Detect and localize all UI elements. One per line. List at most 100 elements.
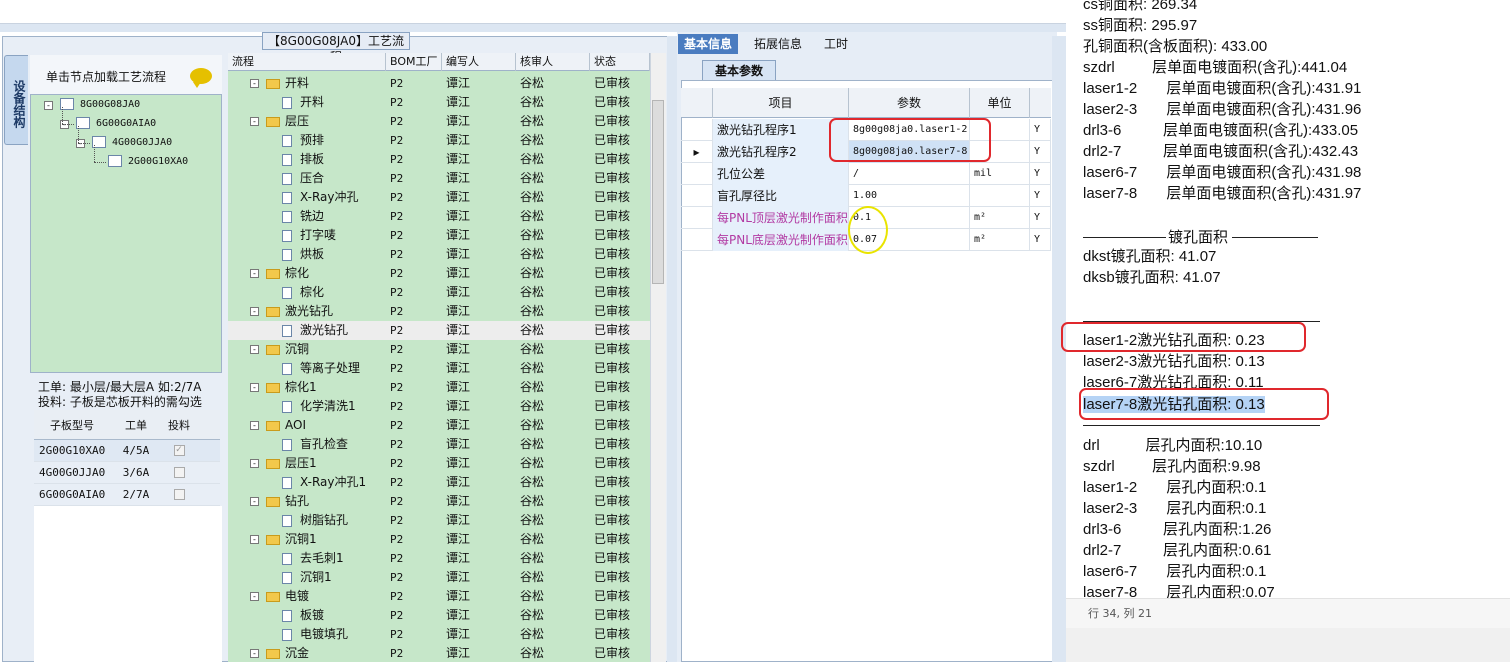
- reviewer: 谷松: [520, 437, 545, 451]
- flow-row[interactable]: 开料 - P2 谭江 谷松 已审核: [228, 74, 650, 93]
- flow-row[interactable]: 沉铜 - P2 谭江 谷松 已审核: [228, 340, 650, 359]
- column-header[interactable]: 工单: [110, 410, 162, 439]
- tree-expand-toggle[interactable]: -: [250, 117, 259, 126]
- folder-icon: [266, 116, 280, 127]
- reviewer: 谷松: [520, 361, 545, 375]
- flow-step-name: 压合: [282, 169, 324, 188]
- reviewer: 谷松: [520, 285, 545, 299]
- feeding-checkbox[interactable]: ✓: [173, 445, 185, 456]
- flow-row[interactable]: X-Ray冲孔1 P2 谭江 谷松 已审核: [228, 473, 650, 492]
- editor-line: cs铜面积: 269.34: [1083, 0, 1198, 13]
- info-tab[interactable]: 拓展信息: [748, 34, 808, 54]
- flow-row[interactable]: X-Ray冲孔 P2 谭江 谷松 已审核: [228, 188, 650, 207]
- param-column-header[interactable]: 单位: [970, 88, 1030, 118]
- table-row[interactable]: 6G00G0AIA0 2/7A: [34, 484, 220, 506]
- chat-bubble-icon[interactable]: [190, 68, 212, 88]
- flow-row[interactable]: 开料 P2 谭江 谷松 已审核: [228, 93, 650, 112]
- editor-line: laser6-7 层孔内面积:0.1: [1083, 563, 1267, 580]
- flow-row[interactable]: 电镀 - P2 谭江 谷松 已审核: [228, 587, 650, 606]
- reviewer: 谷松: [520, 76, 545, 90]
- flow-row[interactable]: 电镀填孔 P2 谭江 谷松 已审核: [228, 625, 650, 644]
- bom-factory: P2: [390, 343, 404, 356]
- tree-expand-toggle[interactable]: -: [250, 649, 259, 658]
- param-column-header[interactable]: 项目: [713, 88, 849, 118]
- info-tab[interactable]: 基本信息: [678, 34, 739, 54]
- flow-row[interactable]: 排板 P2 谭江 谷松 已审核: [228, 150, 650, 169]
- tree-expand-toggle[interactable]: -: [44, 101, 53, 110]
- flow-row[interactable]: 烘板 P2 谭江 谷松 已审核: [228, 245, 650, 264]
- tree-expand-toggle[interactable]: -: [250, 383, 259, 392]
- flow-row[interactable]: 沉铜1 P2 谭江 谷松 已审核: [228, 568, 650, 587]
- param-value[interactable]: /: [849, 163, 970, 185]
- tree-node[interactable]: 2G00G10XA0: [108, 154, 188, 170]
- tree-expand-toggle[interactable]: -: [250, 592, 259, 601]
- row-indicator: [681, 229, 713, 251]
- flow-row[interactable]: 激光钻孔 P2 谭江 谷松 已审核: [228, 321, 650, 340]
- flow-column-header[interactable]: BOM工厂: [386, 53, 442, 71]
- flow-column-header[interactable]: 编写人: [442, 53, 516, 71]
- flow-column-header[interactable]: 状态: [590, 53, 650, 71]
- flow-row[interactable]: 盲孔检查 P2 谭江 谷松 已审核: [228, 435, 650, 454]
- tab-basic-params[interactable]: 基本参数: [702, 60, 776, 80]
- splitter-left[interactable]: [667, 36, 677, 662]
- tree-node[interactable]: 4G00G0JJA0: [92, 135, 172, 151]
- table-row[interactable]: 2G00G10XA0 4/5A ✓: [34, 440, 220, 462]
- row-indicator: [681, 207, 713, 229]
- device-structure-tab[interactable]: 设备结构: [4, 55, 28, 145]
- tree-expand-toggle[interactable]: -: [250, 269, 259, 278]
- flow-row[interactable]: 等离子处理 P2 谭江 谷松 已审核: [228, 359, 650, 378]
- flow-row[interactable]: 板镀 P2 谭江 谷松 已审核: [228, 606, 650, 625]
- flow-row[interactable]: 棕化1 - P2 谭江 谷松 已审核: [228, 378, 650, 397]
- flow-row[interactable]: 棕化 P2 谭江 谷松 已审核: [228, 283, 650, 302]
- flow-row[interactable]: 去毛刺1 P2 谭江 谷松 已审核: [228, 549, 650, 568]
- flow-row[interactable]: 树脂钻孔 P2 谭江 谷松 已审核: [228, 511, 650, 530]
- flow-row[interactable]: AOI - P2 谭江 谷松 已审核: [228, 416, 650, 435]
- column-header[interactable]: 投料: [162, 410, 196, 439]
- feeding-checkbox[interactable]: [173, 489, 185, 500]
- status: 已审核: [594, 475, 631, 489]
- bom-factory: P2: [390, 381, 404, 394]
- param-column-header[interactable]: 参数: [849, 88, 970, 118]
- param-value[interactable]: 1.00: [849, 185, 970, 207]
- table-row[interactable]: 4G00G0JJA0 3/6A: [34, 462, 220, 484]
- param-row[interactable]: 孔位公差 / mil Y: [681, 163, 1051, 185]
- flow-row[interactable]: 层压1 - P2 谭江 谷松 已审核: [228, 454, 650, 473]
- flow-step-name: 沉铜1: [266, 530, 317, 549]
- tree-expand-toggle[interactable]: -: [250, 307, 259, 316]
- tree-expand-toggle[interactable]: -: [250, 421, 259, 430]
- flow-row[interactable]: 层压 - P2 谭江 谷松 已审核: [228, 112, 650, 131]
- flow-row[interactable]: 化学清洗1 P2 谭江 谷松 已审核: [228, 397, 650, 416]
- tree-expand-toggle[interactable]: -: [250, 497, 259, 506]
- flow-scroll-thumb[interactable]: [652, 100, 664, 284]
- feeding-checkbox-cell[interactable]: [162, 462, 196, 483]
- document-icon: [282, 210, 292, 223]
- tree-expand-toggle[interactable]: -: [250, 535, 259, 544]
- tree-node[interactable]: 6G00G0AIA0: [76, 116, 156, 132]
- flow-column-header[interactable]: 核审人: [516, 53, 590, 71]
- flow-column-header[interactable]: 流程: [228, 53, 386, 71]
- flow-row[interactable]: 沉铜1 - P2 谭江 谷松 已审核: [228, 530, 650, 549]
- column-header[interactable]: 子板型号: [34, 410, 110, 439]
- feeding-checkbox[interactable]: [173, 467, 185, 478]
- flow-row[interactable]: 铣边 P2 谭江 谷松 已审核: [228, 207, 650, 226]
- flow-row[interactable]: 压合 P2 谭江 谷松 已审核: [228, 169, 650, 188]
- row-indicator-header: [681, 88, 713, 118]
- tree-expand-toggle[interactable]: -: [250, 459, 259, 468]
- flow-step-label: 排板: [300, 152, 325, 166]
- feeding-checkbox-cell[interactable]: ✓: [162, 440, 196, 461]
- flow-step-label: X-Ray冲孔1: [300, 475, 367, 489]
- flow-row[interactable]: 预排 P2 谭江 谷松 已审核: [228, 131, 650, 150]
- tree-node[interactable]: 8G00G08JA0: [60, 97, 140, 113]
- tree-expand-toggle[interactable]: -: [250, 345, 259, 354]
- flow-row[interactable]: 沉金 - P2 谭江 谷松 已审核: [228, 644, 650, 662]
- flow-row[interactable]: 钻孔 - P2 谭江 谷松 已审核: [228, 492, 650, 511]
- tree-expand-toggle[interactable]: -: [250, 79, 259, 88]
- flow-row[interactable]: 棕化 - P2 谭江 谷松 已审核: [228, 264, 650, 283]
- feeding-checkbox-cell[interactable]: [162, 484, 196, 505]
- flow-row[interactable]: 激光钻孔 - P2 谭江 谷松 已审核: [228, 302, 650, 321]
- writer: 谭江: [446, 608, 471, 622]
- flow-row[interactable]: 打字唛 P2 谭江 谷松 已审核: [228, 226, 650, 245]
- reviewer: 谷松: [520, 513, 545, 527]
- info-tab[interactable]: 工时: [818, 34, 854, 54]
- param-row[interactable]: 盲孔厚径比 1.00 Y: [681, 185, 1051, 207]
